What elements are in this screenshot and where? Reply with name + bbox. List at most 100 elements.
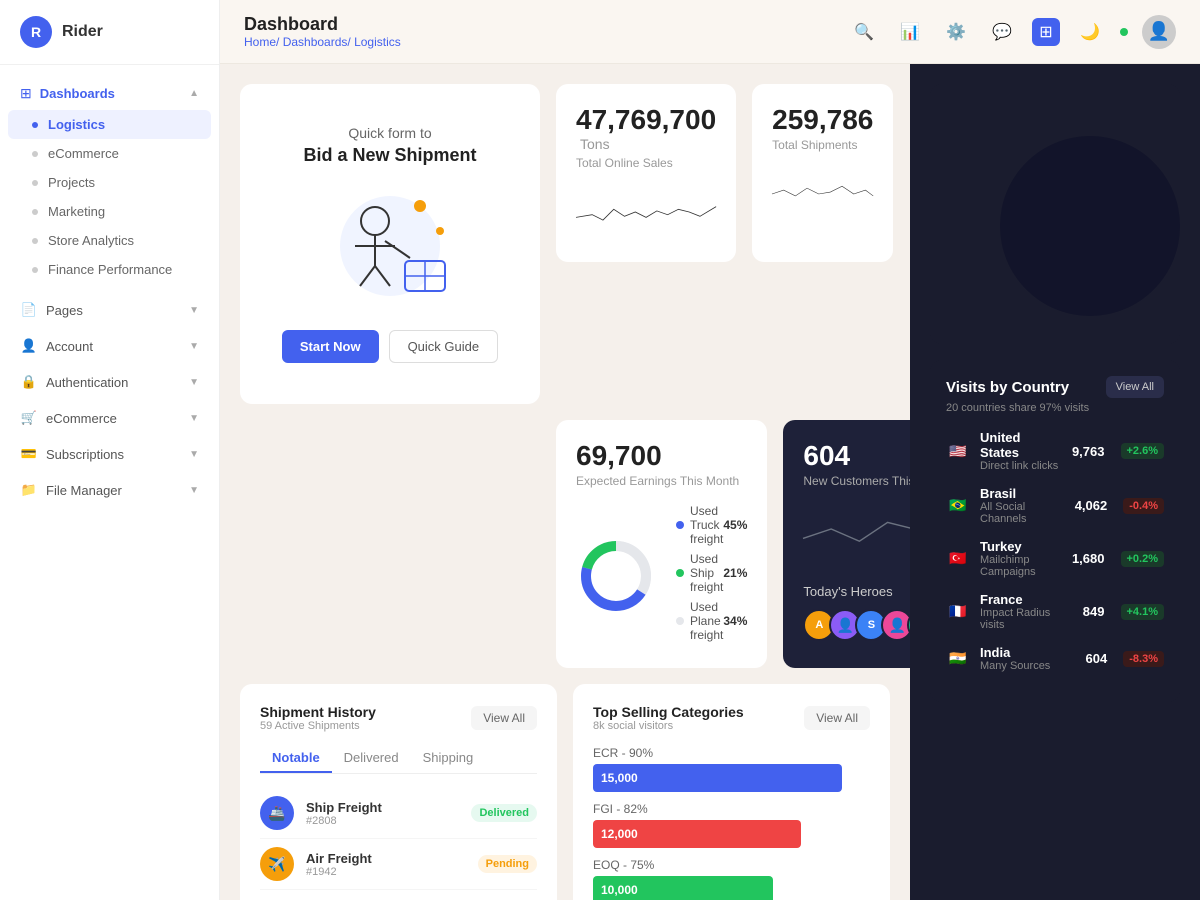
customers-card: 604 New Customers This Month Today's Her… — [783, 420, 910, 668]
country-visits-tr: 1,680 — [1072, 551, 1105, 566]
top-selling-view-all-button[interactable]: View All — [804, 706, 870, 730]
shipment-id-1: #1942 — [306, 866, 466, 878]
flag-fr: 🇫🇷 — [946, 603, 970, 621]
customers-label: New Customers This Month — [803, 474, 910, 488]
dashboards-icon: ⊞ — [20, 85, 32, 102]
nav-item-ecommerce[interactable]: eCommerce — [0, 139, 219, 168]
account-chevron: ▼ — [189, 341, 199, 352]
authentication-parent[interactable]: 🔒 Authentication ▼ — [0, 364, 219, 400]
settings-icon[interactable]: ⚙️ — [940, 16, 972, 48]
earnings-donut-row: Used Truck freight 45% Used Ship freight… — [576, 504, 747, 648]
shipment-header: Shipment History 59 Active Shipments Vie… — [260, 704, 537, 732]
tab-notable[interactable]: Notable — [260, 744, 332, 773]
visits-header: Visits by Country View All — [946, 376, 1164, 398]
top-selling-card: Top Selling Categories 8k social visitor… — [573, 684, 890, 900]
dot-logistics — [32, 122, 38, 128]
user-avatar[interactable]: 👤 — [1142, 15, 1176, 49]
bar-label-0: ECR - 90% — [593, 746, 870, 760]
country-info-in: India Many Sources — [980, 645, 1076, 672]
top-selling-header: Top Selling Categories 8k social visitor… — [593, 704, 870, 732]
subscriptions-icon: 💳 — [20, 445, 38, 463]
country-info-tr: Turkey Mailchimp Campaigns — [980, 539, 1062, 578]
shipment-status-0: Delivered — [471, 804, 537, 822]
earnings-card: 69,700 Expected Earnings This Month — [556, 420, 767, 668]
country-tr: 🇹🇷 Turkey Mailchimp Campaigns 1,680 +0.2… — [946, 539, 1164, 578]
hero-svg — [310, 186, 470, 306]
total-sales-label: Total Online Sales — [576, 156, 716, 170]
nav-item-finance[interactable]: Finance Performance — [0, 255, 219, 284]
header: Dashboard Home/ Dashboards/ Logistics 🔍 … — [220, 0, 1200, 64]
shipment-icon-1: ✈️ — [260, 847, 294, 881]
visits-view-all-button[interactable]: View All — [1106, 376, 1164, 398]
page-title: Dashboard — [244, 14, 401, 35]
country-change-br: -0.4% — [1123, 498, 1164, 514]
sales-mini-chart — [576, 182, 716, 242]
tab-shipping[interactable]: Shipping — [411, 744, 486, 773]
search-icon[interactable]: 🔍 — [848, 16, 880, 48]
dot-store-analytics — [32, 238, 38, 244]
apps-grid-icon[interactable]: ⊞ — [1032, 18, 1060, 46]
country-name-in: India — [980, 645, 1076, 660]
dark-mode-toggle[interactable]: 🌙 — [1074, 16, 1106, 48]
sidebar: R Rider ⊞ Dashboards ▲ Logistics eCommer… — [0, 0, 220, 900]
dashboards-section[interactable]: ⊞ Dashboards ▲ — [0, 77, 219, 110]
top-selling-subtitle: 8k social visitors — [593, 720, 744, 732]
bottom-row: Shipment History 59 Active Shipments Vie… — [240, 684, 890, 900]
tab-delivered[interactable]: Delivered — [332, 744, 411, 773]
avatars-row: A 👤 S 👤 P 👤 +2 — [803, 609, 910, 641]
country-fr: 🇫🇷 France Impact Radius visits 849 +4.1% — [946, 592, 1164, 631]
pages-parent[interactable]: 📄 Pages ▼ — [0, 292, 219, 328]
country-visits-br: 4,062 — [1075, 498, 1108, 513]
country-change-us: +2.6% — [1121, 443, 1165, 459]
total-shipments-number: 259,786 — [772, 104, 873, 135]
country-name-tr: Turkey — [980, 539, 1062, 554]
nav-item-marketing[interactable]: Marketing — [0, 197, 219, 226]
shipments-mini-chart — [772, 164, 873, 224]
pages-icon: 📄 — [20, 301, 38, 319]
hero-title: Bid a New Shipment — [303, 145, 476, 166]
flag-us: 🇺🇸 — [946, 442, 970, 460]
total-sales-number: 47,769,700 — [576, 104, 716, 135]
donut-container — [576, 536, 656, 616]
bar-value-1: 12,000 — [601, 827, 638, 841]
country-visits-fr: 849 — [1083, 604, 1105, 619]
bar-label-1: FGI - 82% — [593, 802, 870, 816]
shipment-status-1: Pending — [478, 855, 537, 873]
account-parent[interactable]: 👤 Account ▼ — [0, 328, 219, 364]
shipment-title: Shipment History — [260, 704, 376, 720]
visits-card: Visits by Country View All 20 countries … — [930, 360, 1180, 702]
flag-tr: 🇹🇷 — [946, 550, 970, 568]
content-area: Quick form to Bid a New Shipment — [220, 64, 1200, 900]
main-area: Dashboard Home/ Dashboards/ Logistics 🔍 … — [220, 0, 1200, 900]
shipment-view-all-button[interactable]: View All — [471, 706, 537, 730]
quick-guide-button[interactable]: Quick Guide — [389, 330, 499, 363]
file-manager-parent[interactable]: 📁 File Manager ▼ — [0, 472, 219, 508]
right-panel-top — [930, 84, 1180, 344]
shipment-id-0: #2808 — [306, 815, 459, 827]
chart-icon[interactable]: 📊 — [894, 16, 926, 48]
nav-item-store-analytics[interactable]: Store Analytics — [0, 226, 219, 255]
country-br: 🇧🇷 Brasil All Social Channels 4,062 -0.4… — [946, 486, 1164, 525]
sidebar-logo: R Rider — [0, 0, 219, 65]
chat-icon[interactable]: 💬 — [986, 16, 1018, 48]
hero-buttons: Start Now Quick Guide — [282, 330, 498, 363]
country-us: 🇺🇸 United States Direct link clicks 9,76… — [946, 430, 1164, 472]
country-source-us: Direct link clicks — [980, 460, 1062, 472]
country-info-us: United States Direct link clicks — [980, 430, 1062, 472]
country-visits-in: 604 — [1086, 651, 1108, 666]
bar-value-0: 15,000 — [601, 771, 638, 785]
ecommerce-parent[interactable]: 🛒 eCommerce ▼ — [0, 400, 219, 436]
shipment-name-1: Air Freight — [306, 851, 466, 866]
country-name-fr: France — [980, 592, 1073, 607]
dashboards-label: Dashboards — [40, 86, 115, 101]
subscriptions-parent[interactable]: 💳 Subscriptions ▼ — [0, 436, 219, 472]
earnings-number: 69,700 — [576, 440, 662, 471]
nav-item-projects[interactable]: Projects — [0, 168, 219, 197]
nav-item-logistics[interactable]: Logistics — [8, 110, 211, 139]
country-info-fr: France Impact Radius visits — [980, 592, 1073, 631]
country-change-fr: +4.1% — [1121, 604, 1165, 620]
pages-chevron: ▼ — [189, 305, 199, 316]
start-now-button[interactable]: Start Now — [282, 330, 379, 363]
shipment-item-0: 🚢 Ship Freight #2808 Delivered — [260, 788, 537, 839]
logo-circle: R — [20, 16, 52, 48]
